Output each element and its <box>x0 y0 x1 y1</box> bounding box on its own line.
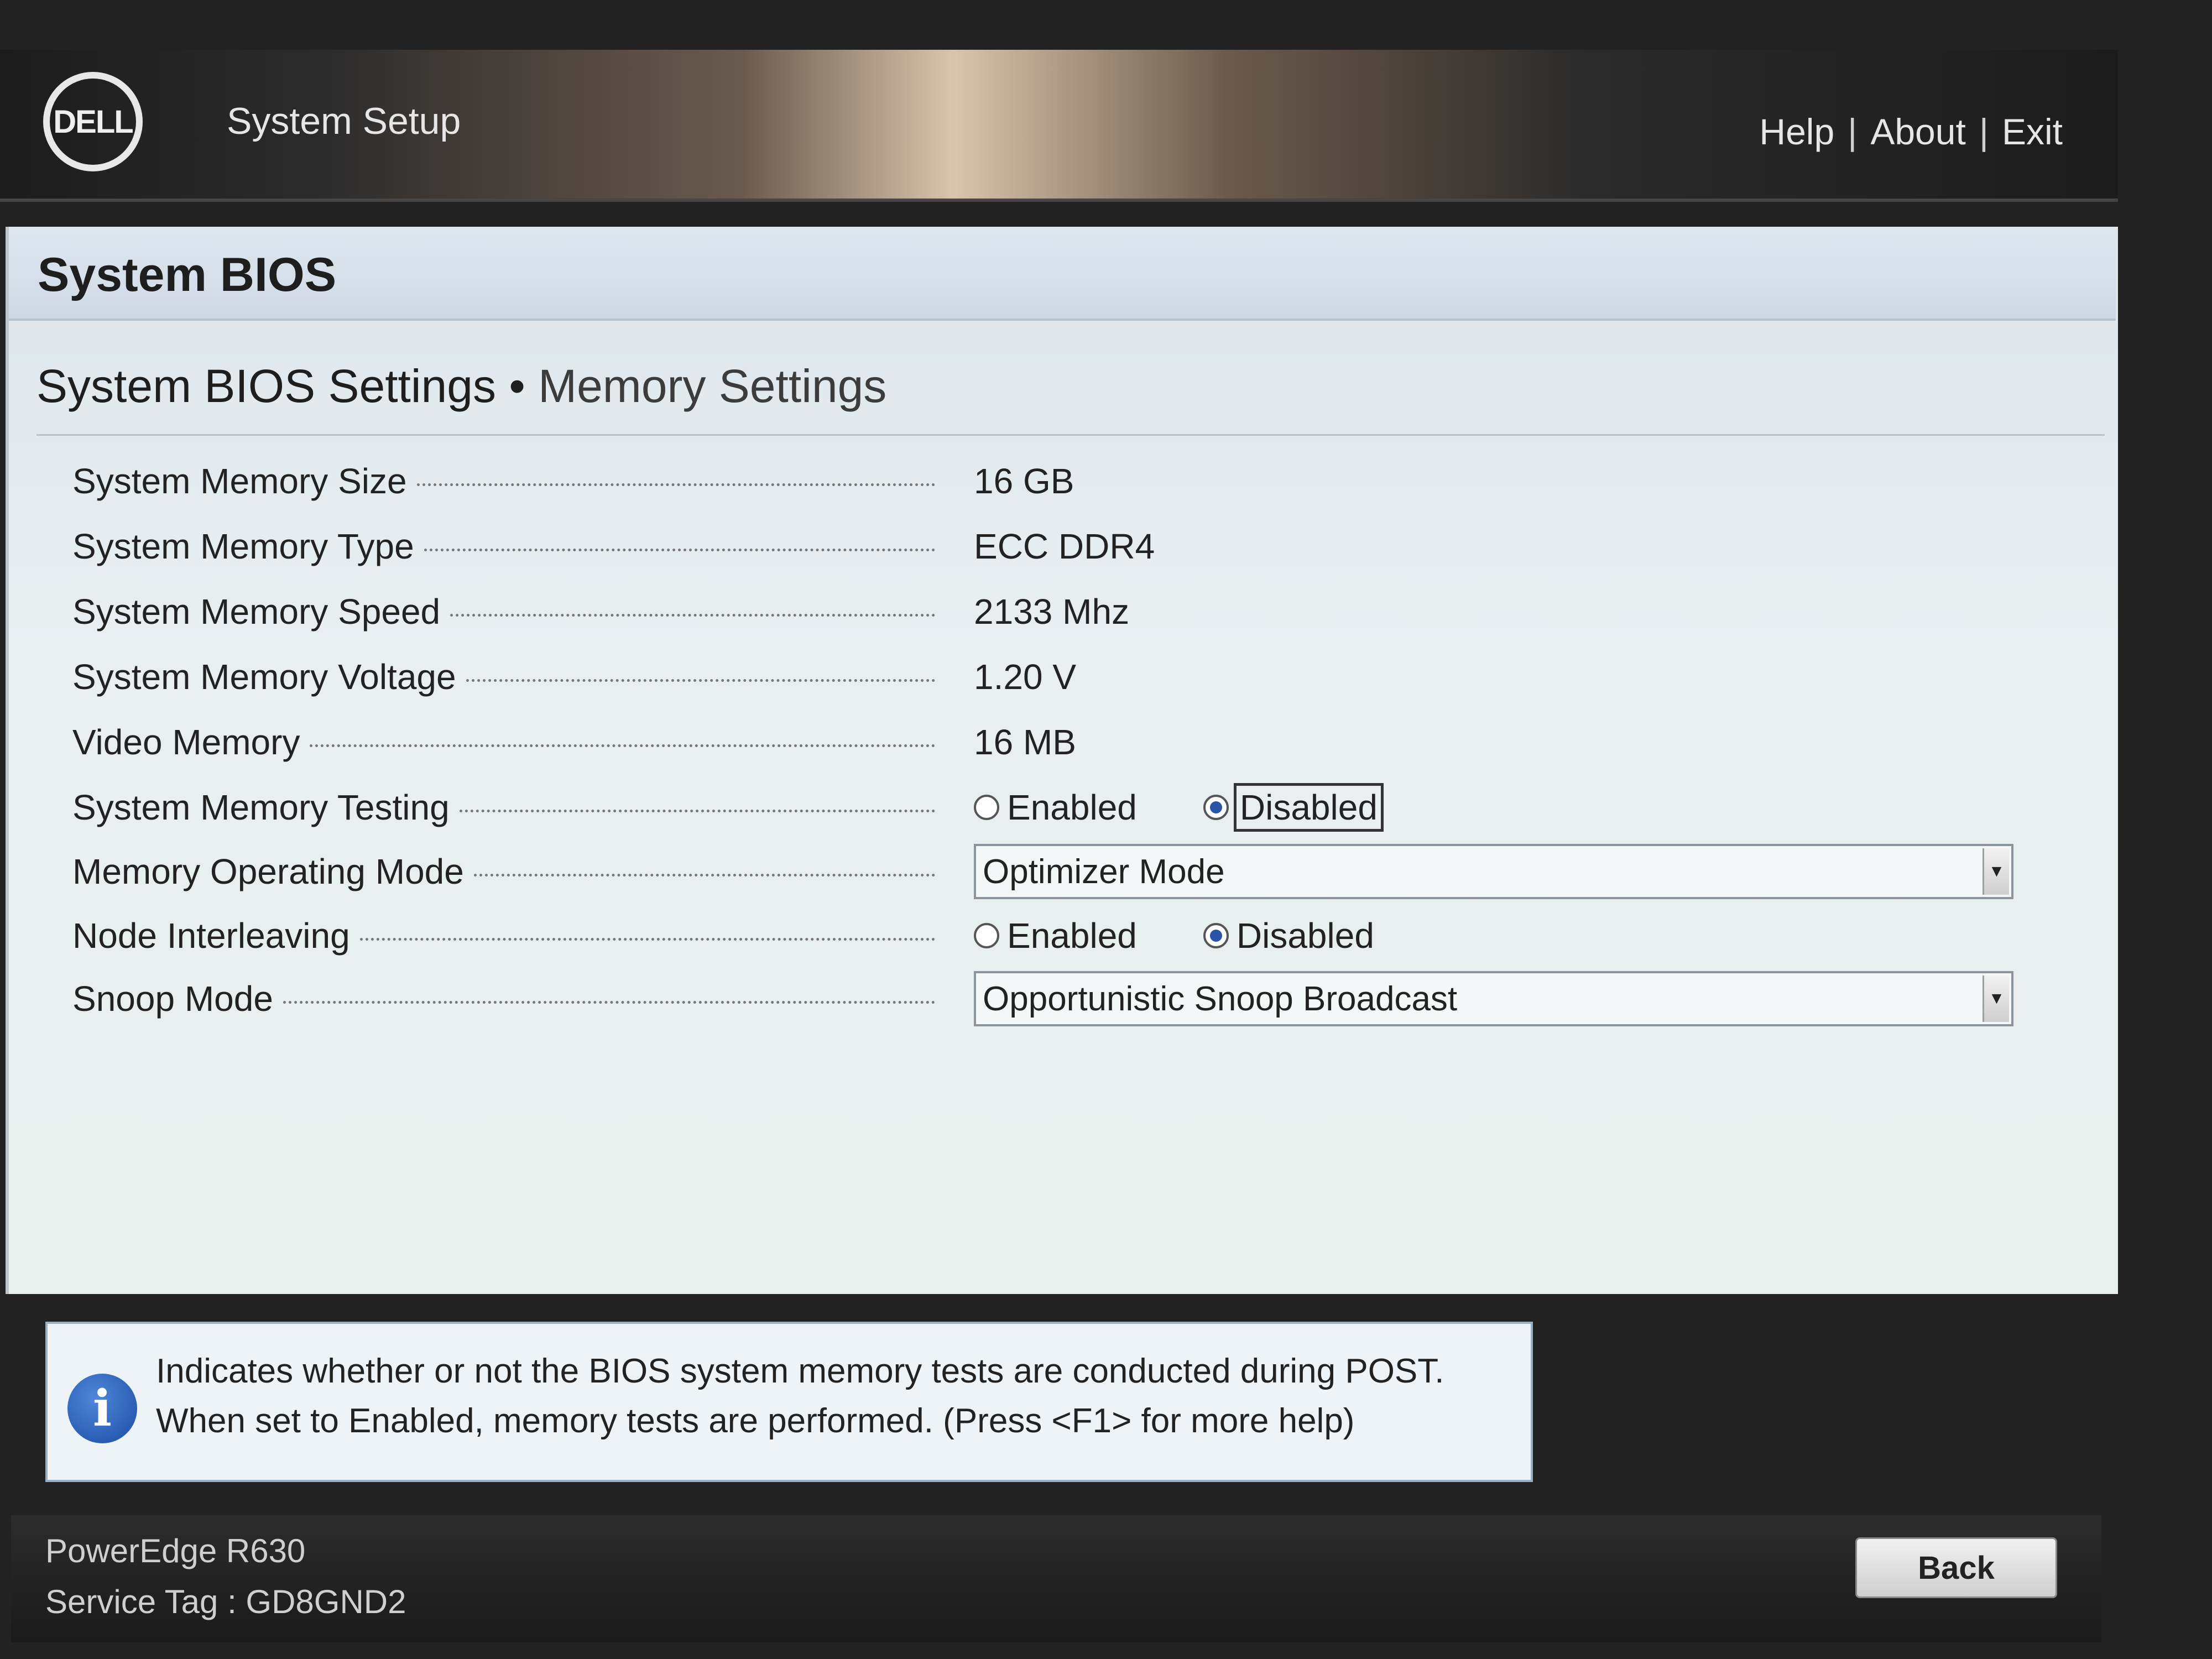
radio-button[interactable] <box>974 923 999 948</box>
setting-row-snoop-mode: Snoop Mode Opportunistic Snoop Broadcast… <box>72 968 2063 1029</box>
setting-row-memory-type: System Memory Type ECC DDR4 <box>72 516 2063 577</box>
breadcrumb-divider <box>36 434 2105 436</box>
leader-dots <box>310 744 935 747</box>
memory-testing-enabled-option[interactable]: Enabled <box>974 787 1137 828</box>
help-box: i Indicates whether or not the BIOS syst… <box>45 1322 1533 1482</box>
radio-button[interactable] <box>974 795 999 820</box>
top-header-bar: DELL System Setup Help | About | Exit <box>0 50 2118 202</box>
dropdown-arrow-icon[interactable]: ▼ <box>1983 848 2009 895</box>
dropdown-arrow-icon[interactable]: ▼ <box>1983 975 2009 1022</box>
radio-label: Disabled <box>1236 916 1374 956</box>
setting-value: 16 GB <box>974 461 1074 501</box>
leader-dots <box>424 548 935 551</box>
setting-label: Video Memory <box>72 722 300 762</box>
setting-label: Node Interleaving <box>72 916 350 956</box>
node-interleaving-radio-group: Enabled Disabled <box>974 915 1374 956</box>
radio-label: Enabled <box>1007 916 1137 956</box>
setting-label: System Memory Size <box>72 461 407 501</box>
setting-label-wrap: System Memory Size <box>72 451 935 512</box>
setting-row-memory-size: System Memory Size 16 GB <box>72 451 2063 512</box>
exit-link[interactable]: Exit <box>2002 111 2063 153</box>
setting-label: System Memory Testing <box>72 787 450 827</box>
top-links: Help | About | Exit <box>1759 111 2063 153</box>
leader-dots <box>416 483 935 486</box>
leader-dots <box>450 613 935 617</box>
operating-mode-dropdown[interactable]: Optimizer Mode ▼ <box>974 844 2013 899</box>
snoop-mode-dropdown[interactable]: Opportunistic Snoop Broadcast ▼ <box>974 971 2013 1026</box>
app-title: System Setup <box>227 100 461 142</box>
setting-label-wrap: System Memory Voltage <box>72 646 935 707</box>
setting-label-wrap: Video Memory <box>72 712 935 773</box>
setting-label: System Memory Speed <box>72 592 441 632</box>
memory-testing-disabled-option[interactable]: Disabled <box>1203 783 1384 832</box>
setting-row-node-interleaving: Node Interleaving Enabled Disabled <box>72 905 2063 966</box>
breadcrumb: System BIOS Settings • Memory Settings <box>36 359 886 413</box>
leader-dots <box>459 809 935 812</box>
radio-button-selected[interactable] <box>1203 923 1229 948</box>
radio-button-selected[interactable] <box>1203 795 1229 820</box>
screen: DELL System Setup Help | About | Exit Sy… <box>0 0 2212 1659</box>
setting-label-wrap: Memory Operating Mode <box>72 841 935 902</box>
link-separator: | <box>1979 111 1989 152</box>
setting-row-video-memory: Video Memory 16 MB <box>72 712 2063 773</box>
info-icon: i <box>67 1374 137 1443</box>
memory-testing-radio-group: Enabled Disabled <box>974 783 1384 832</box>
section-title: System BIOS <box>38 248 337 301</box>
service-tag: Service Tag : GD8GND2 <box>45 1583 406 1620</box>
help-text-line-1: Indicates whether or not the BIOS system… <box>156 1352 1444 1390</box>
leader-dots <box>359 937 935 941</box>
help-link[interactable]: Help <box>1759 111 1834 153</box>
setting-label-wrap: System Memory Type <box>72 516 935 577</box>
about-link[interactable]: About <box>1870 111 1965 153</box>
setting-label-wrap: Node Interleaving <box>72 905 935 966</box>
help-text-line-2: When set to Enabled, memory tests are pe… <box>156 1402 1355 1440</box>
radio-label: Enabled <box>1007 787 1137 827</box>
section-header: System BIOS <box>9 227 2116 321</box>
leader-dots <box>466 679 935 682</box>
footer-bar: PowerEdge R630 Service Tag : GD8GND2 Bac… <box>11 1515 2101 1642</box>
breadcrumb-separator: • <box>509 360 525 412</box>
breadcrumb-current: Memory Settings <box>538 360 887 412</box>
link-separator: | <box>1848 111 1858 152</box>
setting-row-operating-mode: Memory Operating Mode Optimizer Mode ▼ <box>72 841 2063 902</box>
dell-logo-text: DELL <box>53 103 133 140</box>
setting-row-memory-testing: System Memory Testing Enabled Disabled <box>72 777 2063 838</box>
setting-label-wrap: System Memory Testing <box>72 777 935 838</box>
setting-label-wrap: System Memory Speed <box>72 581 935 642</box>
setting-label-wrap: Snoop Mode <box>72 968 935 1029</box>
setting-row-memory-voltage: System Memory Voltage 1.20 V <box>72 646 2063 707</box>
dropdown-value: Opportunistic Snoop Broadcast <box>983 979 1458 1018</box>
setting-label: Memory Operating Mode <box>72 852 464 891</box>
node-interleaving-enabled-option[interactable]: Enabled <box>974 915 1137 956</box>
setting-label: Snoop Mode <box>72 979 273 1019</box>
setting-value: 16 MB <box>974 722 1076 762</box>
leader-dots <box>473 873 935 877</box>
setting-label: System Memory Type <box>72 526 414 566</box>
breadcrumb-parent: System BIOS Settings <box>36 360 496 412</box>
system-model: PowerEdge R630 <box>45 1532 306 1569</box>
setting-value: 1.20 V <box>974 657 1077 697</box>
dropdown-value: Optimizer Mode <box>983 852 1225 891</box>
leader-dots <box>283 1000 935 1004</box>
setting-label: System Memory Voltage <box>72 657 456 697</box>
main-panel: System BIOS System BIOS Settings • Memor… <box>6 227 2118 1294</box>
setting-value: 2133 Mhz <box>974 592 1130 632</box>
setting-value: ECC DDR4 <box>974 526 1155 566</box>
back-button[interactable]: Back <box>1855 1537 2057 1598</box>
radio-label-focused: Disabled <box>1233 783 1384 832</box>
dell-logo: DELL <box>43 72 143 171</box>
setting-row-memory-speed: System Memory Speed 2133 Mhz <box>72 581 2063 642</box>
node-interleaving-disabled-option[interactable]: Disabled <box>1203 915 1374 956</box>
